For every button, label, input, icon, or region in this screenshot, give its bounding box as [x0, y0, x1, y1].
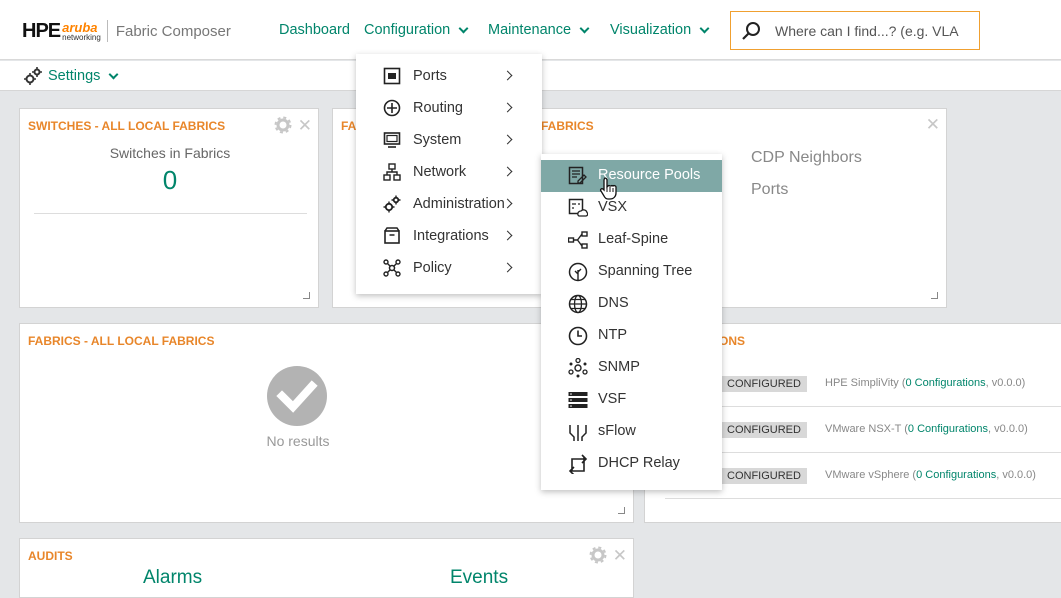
chevron-right-icon — [502, 134, 513, 145]
submenu-item-sflow[interactable]: sFlow — [541, 416, 722, 448]
cdp-neighbors-link[interactable]: CDP Neighbors — [751, 149, 862, 167]
divider — [665, 452, 1061, 453]
submenu-item-vsf[interactable]: VSF — [541, 384, 722, 416]
chevron-right-icon — [502, 262, 513, 273]
configurations-link[interactable]: 0 Configurations — [916, 469, 996, 481]
close-icon[interactable]: ✕ — [298, 117, 312, 134]
configurations-link[interactable]: 0 Configurations — [908, 423, 988, 435]
empty-text: No results — [266, 433, 330, 449]
chevron-right-icon — [502, 70, 513, 81]
panel-title-right: FABRICS — [541, 119, 594, 133]
submenu-item-resource-pools[interactable]: Resource Pools — [541, 160, 722, 200]
brand-divider — [106, 20, 108, 42]
nav-dashboard[interactable]: Dashboard — [279, 22, 350, 38]
chevron-down-icon — [458, 23, 469, 33]
divider — [665, 406, 1061, 407]
top-bar: HPE aruba networking Fabric Composer Das… — [0, 0, 1061, 60]
divider — [34, 213, 307, 214]
menu-item-network[interactable]: Network — [356, 156, 542, 188]
switches-caption: Switches in Fabrics — [109, 145, 231, 161]
configurations-link[interactable]: 0 Configurations — [905, 377, 985, 389]
brand-aruba: aruba networking — [62, 19, 101, 42]
status-badge: CONFIGURED — [721, 468, 807, 484]
integration-row: HPE SimpliVity (0 Configurations, v0.0.0… — [825, 377, 1026, 389]
network-submenu: Resource Pools VSX Leaf-Spine Spanning T… — [541, 154, 722, 490]
resize-handle[interactable] — [303, 292, 310, 299]
resize-handle[interactable] — [618, 507, 625, 514]
chevron-right-icon — [502, 166, 513, 177]
switches-count[interactable]: 0 — [20, 165, 320, 196]
menu-item-policy[interactable]: Policy — [356, 252, 542, 284]
submenu-item-dhcp-relay[interactable]: DHCP Relay — [541, 448, 722, 480]
alarms-link[interactable]: Alarms — [143, 567, 202, 589]
chevron-down-icon — [579, 23, 590, 33]
sflow-icon — [569, 425, 587, 441]
nav-maintenance[interactable]: Maintenance — [488, 22, 590, 38]
integrations-icon — [384, 227, 400, 244]
resource-pools-icon — [568, 166, 587, 185]
spanning-tree-icon — [568, 262, 588, 282]
panel-title-suffix: ONS — [719, 334, 746, 348]
gear-icon[interactable] — [274, 116, 292, 134]
checkmark-icon — [267, 366, 327, 426]
brand-hpe: HPE — [22, 19, 61, 42]
search-input[interactable] — [773, 21, 973, 40]
snmp-icon — [568, 358, 588, 378]
submenu-item-ntp[interactable]: NTP — [541, 320, 722, 352]
status-badge: CONFIGURED — [721, 422, 807, 438]
submenu-item-vsx[interactable]: VSX — [541, 192, 722, 224]
close-icon[interactable]: ✕ — [926, 116, 940, 133]
menu-item-ports[interactable]: Ports — [356, 60, 542, 92]
gears-icon — [24, 67, 42, 85]
dhcp-relay-icon — [568, 454, 588, 474]
ports-link[interactable]: Ports — [751, 181, 788, 199]
vsf-icon — [568, 392, 588, 408]
menu-item-integrations[interactable]: Integrations — [356, 220, 542, 252]
ntp-icon — [568, 326, 588, 346]
submenu-item-leaf-spine[interactable]: Leaf-Spine — [541, 224, 722, 256]
menu-item-administration[interactable]: Administration — [356, 188, 542, 220]
system-icon — [383, 132, 401, 148]
integration-row: VMware NSX-T (0 Configurations, v0.0.0) — [825, 423, 1028, 435]
chevron-down-icon — [108, 69, 119, 79]
brand-logo[interactable]: HPE aruba networking Fabric Composer — [22, 18, 231, 44]
chevron-right-icon — [502, 102, 513, 113]
integration-row: VMware vSphere (0 Configurations, v0.0.0… — [825, 469, 1036, 481]
nav-visualization[interactable]: Visualization — [610, 22, 710, 38]
chevron-down-icon — [699, 23, 710, 33]
network-icon — [383, 163, 401, 181]
ports-icon — [383, 67, 401, 85]
search-box[interactable] — [730, 11, 980, 50]
settings-dropdown[interactable]: Settings — [24, 67, 119, 85]
nav-configuration[interactable]: Configuration — [364, 22, 469, 38]
submenu-item-dns[interactable]: DNS — [541, 288, 722, 320]
resize-handle[interactable] — [931, 292, 938, 299]
leaf-spine-icon — [568, 231, 588, 249]
routing-icon — [383, 99, 401, 117]
status-badge: CONFIGURED — [721, 376, 807, 392]
menu-item-system[interactable]: System — [356, 124, 542, 156]
app-name: Fabric Composer — [115, 22, 231, 40]
configuration-menu: Ports Routing System Network Administrat… — [356, 54, 542, 294]
audits-panel: AUDITS ✕ Alarms Events — [19, 538, 634, 598]
panel-title-left: FA — [341, 119, 357, 133]
administration-icon — [383, 195, 401, 213]
search-icon — [742, 21, 760, 40]
gear-icon[interactable] — [589, 546, 607, 564]
panel-title: AUDITS — [28, 549, 73, 563]
close-icon[interactable]: ✕ — [613, 547, 627, 564]
policy-icon — [383, 259, 401, 277]
events-link[interactable]: Events — [450, 567, 508, 589]
vsx-icon — [568, 198, 588, 217]
panel-title: SWITCHES - ALL LOCAL FABRICS — [28, 119, 226, 133]
dns-icon — [568, 294, 588, 314]
divider — [665, 498, 1061, 499]
menu-item-routing[interactable]: Routing — [356, 92, 542, 124]
panel-title: FABRICS - ALL LOCAL FABRICS — [28, 334, 215, 348]
submenu-item-spanning-tree[interactable]: Spanning Tree — [541, 256, 722, 288]
switches-panel: SWITCHES - ALL LOCAL FABRICS ✕ Switches … — [19, 108, 319, 308]
submenu-item-snmp[interactable]: SNMP — [541, 352, 722, 384]
chevron-right-icon — [502, 230, 513, 241]
